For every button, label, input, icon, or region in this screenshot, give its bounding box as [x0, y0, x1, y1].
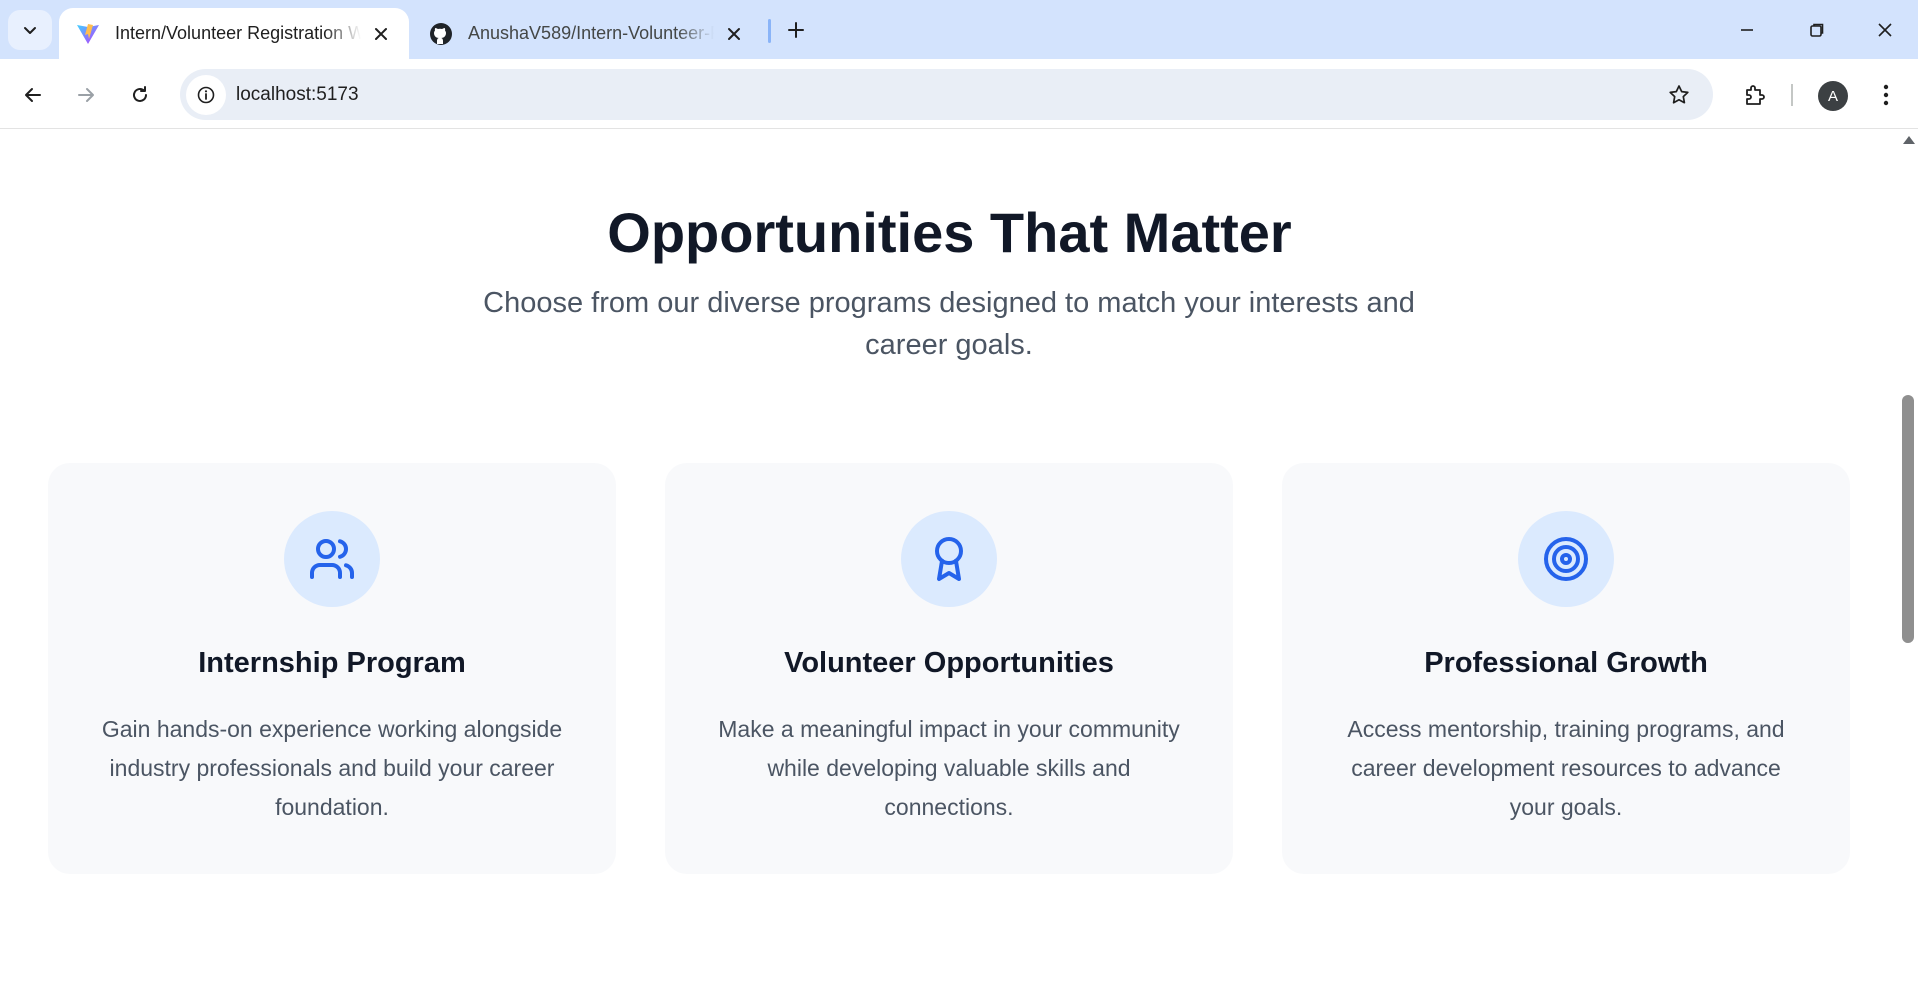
- tab-title: AnushaV589/Intern-Volunteer-R: [468, 23, 714, 43]
- arrow-right-icon: [78, 88, 94, 102]
- card-description: Access mentorship, training programs, an…: [1347, 716, 1785, 820]
- back-button[interactable]: [13, 75, 53, 115]
- page-viewport: Opportunities That Matter Choose from ou…: [0, 130, 1899, 982]
- section-subheading: Choose from our diverse programs designe…: [483, 287, 1415, 361]
- forward-button[interactable]: [66, 75, 106, 115]
- plus-icon: [788, 22, 804, 38]
- tab-strip: Intern/Volunteer Registration W AnushaV5…: [0, 0, 1918, 59]
- card-description: Gain hands-on experience working alongsi…: [101, 716, 563, 820]
- card-title: Internship Program: [198, 647, 466, 679]
- page-scrollbar[interactable]: [1899, 130, 1918, 982]
- section-heading: Opportunities That Matter: [607, 201, 1292, 264]
- close-icon: [1878, 22, 1892, 37]
- card-growth: Professional Growth Access mentorship, t…: [1282, 463, 1850, 874]
- toolbar-divider: [1791, 84, 1793, 106]
- card-title: Professional Growth: [1424, 647, 1708, 679]
- bookmark-button[interactable]: [1661, 77, 1697, 113]
- tab-search-button[interactable]: [8, 10, 52, 50]
- minimize-icon: [1741, 28, 1753, 31]
- reload-icon: [133, 86, 147, 102]
- new-tab-button[interactable]: [778, 12, 814, 48]
- card-icon-container: [901, 511, 997, 607]
- card-icon-container: [1518, 511, 1614, 607]
- card-volunteer: Volunteer Opportunities Make a meaningfu…: [665, 463, 1233, 874]
- card-icon-container: [284, 511, 380, 607]
- info-icon: [197, 86, 215, 103]
- url-text: localhost:5173: [236, 83, 359, 105]
- tab-separator: [768, 19, 771, 43]
- scroll-up-arrow-icon[interactable]: [1903, 136, 1915, 144]
- scrollbar-thumb[interactable]: [1902, 395, 1914, 643]
- restore-button[interactable]: [1782, 0, 1852, 59]
- more-vert-icon: [1883, 84, 1889, 106]
- tab-registration[interactable]: Intern/Volunteer Registration W: [59, 8, 409, 59]
- close-tab-icon[interactable]: [722, 22, 746, 46]
- puzzle-icon: [1746, 85, 1765, 105]
- award-icon: [935, 537, 963, 581]
- card-title: Volunteer Opportunities: [784, 647, 1114, 679]
- card-description: Make a meaningful impact in your communi…: [718, 716, 1180, 820]
- browser-menu-button[interactable]: [1868, 75, 1904, 115]
- browser-toolbar: localhost:5173 A: [0, 59, 1918, 129]
- tab-github[interactable]: AnushaV589/Intern-Volunteer-R: [412, 8, 762, 59]
- reload-button[interactable]: [120, 75, 160, 115]
- vite-favicon-icon: [75, 21, 101, 47]
- chevron-down-icon: [24, 27, 36, 34]
- extensions-button[interactable]: [1735, 75, 1775, 115]
- address-bar[interactable]: localhost:5173: [180, 69, 1713, 120]
- github-icon: [428, 21, 454, 47]
- close-tab-icon[interactable]: [369, 22, 393, 46]
- tab-title: Intern/Volunteer Registration W: [115, 23, 361, 43]
- star-icon: [1669, 85, 1689, 104]
- profile-avatar[interactable]: A: [1818, 81, 1848, 111]
- site-info-button[interactable]: [186, 74, 226, 115]
- minimize-button[interactable]: [1712, 0, 1782, 59]
- close-window-button[interactable]: [1850, 0, 1918, 59]
- restore-icon: [1810, 23, 1824, 37]
- target-icon: [1544, 537, 1588, 581]
- card-internship: Internship Program Gain hands-on experie…: [48, 463, 616, 874]
- arrow-left-icon: [25, 88, 41, 102]
- users-icon: [310, 539, 354, 579]
